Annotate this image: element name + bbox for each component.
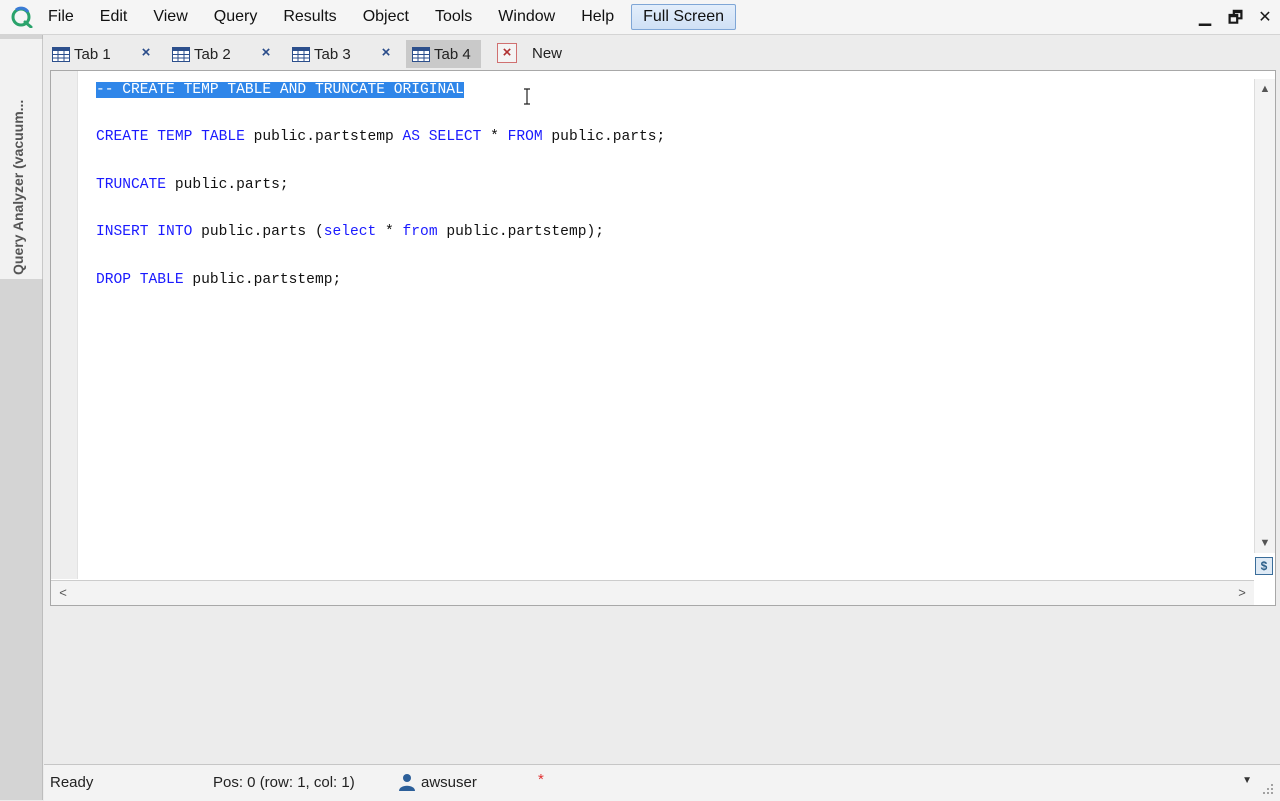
results-area bbox=[44, 606, 1280, 763]
sql-keyword: DROP TABLE bbox=[96, 271, 184, 288]
side-panel-strip: Query Analyzer (vacuum... bbox=[0, 35, 43, 800]
side-tab-query-analyzer[interactable]: Query Analyzer (vacuum... bbox=[0, 39, 43, 279]
scroll-right-icon[interactable]: > bbox=[1232, 583, 1252, 603]
sql-text: * bbox=[481, 129, 508, 146]
horizontal-scrollbar[interactable]: < > bbox=[51, 580, 1254, 605]
user-icon bbox=[399, 774, 415, 791]
tab-label: Tab 2 bbox=[194, 45, 231, 63]
tab-label: Tab 1 bbox=[74, 45, 111, 63]
sql-keyword: TRUNCATE bbox=[96, 176, 167, 193]
window-controls: ▁ 🗗 ✕ bbox=[1198, 7, 1272, 34]
full-screen-button[interactable]: Full Screen bbox=[631, 4, 737, 30]
tab-3[interactable]: Tab 3 bbox=[292, 40, 351, 68]
scroll-down-icon[interactable]: ▼ bbox=[1255, 533, 1275, 553]
tab-2[interactable]: Tab 2 bbox=[172, 40, 231, 68]
sql-code[interactable]: -- CREATE TEMP TABLE AND TRUNCATE ORIGIN… bbox=[96, 79, 665, 292]
modified-indicator: * bbox=[538, 771, 544, 788]
tab-3-close-icon[interactable]: × bbox=[377, 44, 395, 62]
sql-text: public.parts; bbox=[166, 176, 289, 193]
sql-keyword: FROM bbox=[507, 129, 543, 146]
table-grid-icon bbox=[172, 46, 190, 62]
tab-4-active[interactable]: Tab 4 bbox=[406, 40, 481, 68]
table-grid-icon bbox=[52, 46, 70, 62]
menu-query[interactable]: Query bbox=[201, 0, 271, 34]
tab-2-close-icon[interactable]: × bbox=[257, 44, 275, 62]
menu-items: File Edit View Query Results Object Tool… bbox=[48, 0, 737, 34]
vertical-scrollbar[interactable]: ▲ ▼ bbox=[1254, 79, 1275, 553]
chevron-down-icon[interactable]: ▼ bbox=[1242, 775, 1252, 786]
scroll-left-icon[interactable]: < bbox=[53, 583, 73, 603]
sql-keyword: select bbox=[323, 224, 377, 241]
sql-keyword: from bbox=[402, 224, 438, 241]
editor-gutter bbox=[51, 71, 78, 579]
minimize-icon[interactable]: ▁ bbox=[1198, 7, 1212, 34]
menu-file[interactable]: File bbox=[48, 0, 87, 34]
tab-4-close-icon[interactable]: × bbox=[497, 43, 517, 63]
tab-label: Tab 3 bbox=[314, 45, 351, 63]
menu-help[interactable]: Help bbox=[568, 0, 627, 34]
menu-object[interactable]: Object bbox=[350, 0, 422, 34]
menu-view[interactable]: View bbox=[140, 0, 200, 34]
sql-text: * bbox=[376, 224, 403, 241]
sql-keyword: INSERT INTO bbox=[96, 224, 193, 241]
menu-bar: File Edit View Query Results Object Tool… bbox=[0, 0, 1280, 35]
selected-comment-line: -- CREATE TEMP TABLE AND TRUNCATE ORIGIN… bbox=[96, 82, 464, 98]
sql-text: public.partstemp; bbox=[183, 271, 342, 288]
side-tab-label: Query Analyzer (vacuum... bbox=[10, 99, 26, 275]
scroll-up-icon[interactable]: ▲ bbox=[1255, 79, 1275, 99]
dollar-button[interactable]: $ bbox=[1255, 557, 1273, 575]
tab-label: Tab 4 bbox=[434, 45, 471, 63]
close-icon[interactable]: ✕ bbox=[1258, 7, 1272, 34]
sql-keyword: AS SELECT bbox=[402, 129, 482, 146]
app-logo-icon bbox=[11, 6, 33, 28]
sql-text: public.parts ( bbox=[192, 224, 324, 241]
new-tab-button[interactable]: New bbox=[532, 40, 562, 68]
sql-text: public.parts; bbox=[542, 129, 666, 146]
sql-keyword: CREATE TEMP TABLE bbox=[96, 129, 245, 146]
restore-icon[interactable]: 🗗 bbox=[1228, 7, 1243, 34]
table-grid-icon bbox=[292, 46, 310, 62]
sql-text: public.partstemp); bbox=[437, 224, 604, 241]
sql-editor[interactable]: -- CREATE TEMP TABLE AND TRUNCATE ORIGIN… bbox=[50, 70, 1276, 606]
tab-1-close-icon[interactable]: × bbox=[137, 44, 155, 62]
resize-grip-icon[interactable] bbox=[1262, 783, 1274, 795]
menu-tools[interactable]: Tools bbox=[422, 0, 485, 34]
status-ready: Ready bbox=[50, 774, 94, 791]
tab-1[interactable]: Tab 1 bbox=[52, 40, 111, 68]
menu-edit[interactable]: Edit bbox=[87, 0, 141, 34]
connected-user: awsuser bbox=[421, 774, 477, 791]
status-bar: Ready Pos: 0 (row: 1, col: 1) awsuser * … bbox=[44, 764, 1280, 801]
sql-text: public.partstemp bbox=[244, 129, 403, 146]
tab-bar: Tab 1 × Tab 2 × Tab 3 × Tab 4 × New bbox=[44, 36, 1280, 70]
menu-results[interactable]: Results bbox=[270, 0, 349, 34]
text-cursor-icon bbox=[524, 88, 530, 105]
menu-window[interactable]: Window bbox=[485, 0, 568, 34]
table-grid-icon bbox=[412, 46, 430, 62]
cursor-position: Pos: 0 (row: 1, col: 1) bbox=[213, 774, 355, 791]
